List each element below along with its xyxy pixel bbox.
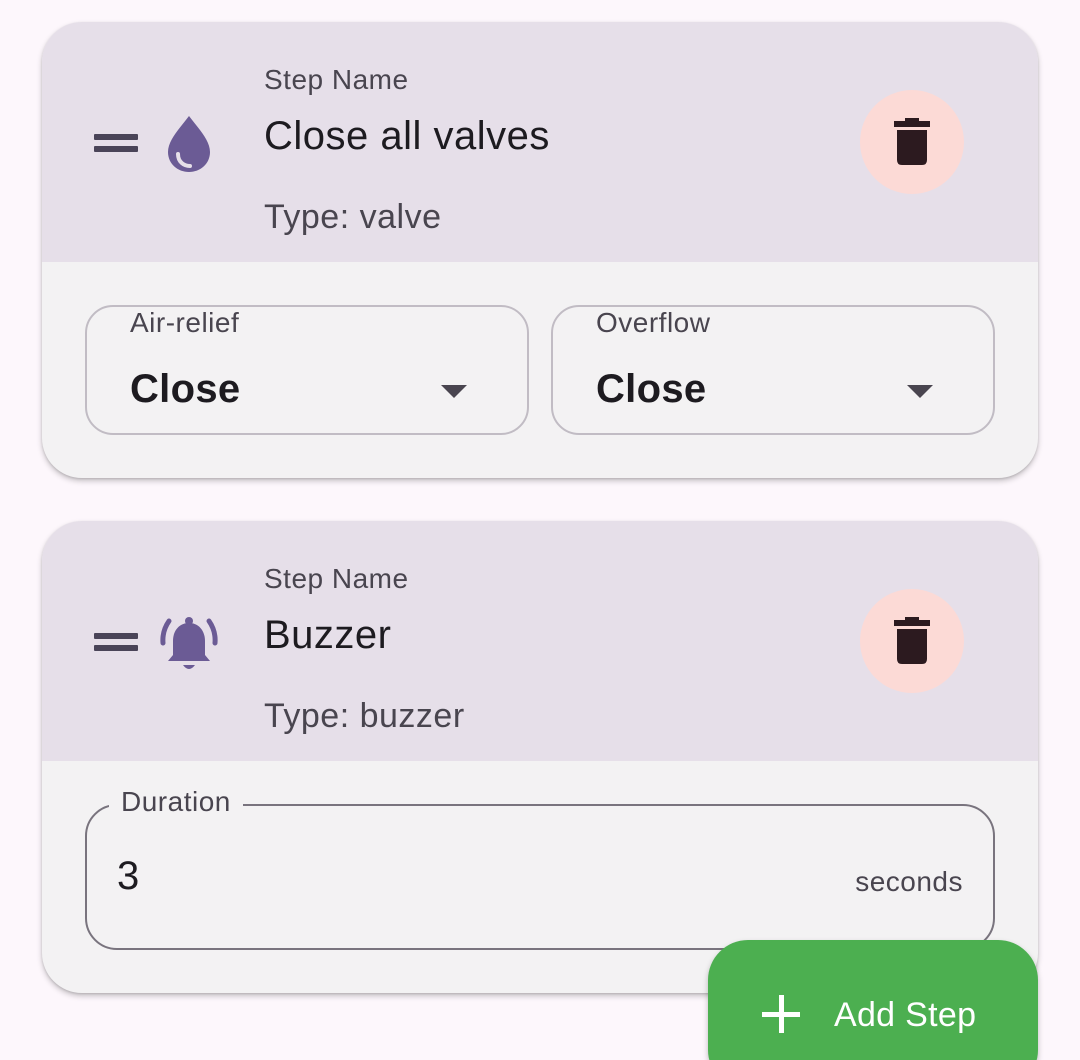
trash-icon [894,118,930,165]
plus-icon [762,995,800,1033]
add-step-label: Add Step [834,996,977,1034]
overflow-value: Close [596,367,707,411]
step-name-value[interactable]: Buzzer [264,613,392,658]
step-type-label: Type: valve [264,198,442,236]
trash-icon [894,617,930,664]
overflow-dropdown[interactable]: Overflow Close [551,305,995,435]
step-card-header[interactable]: Step Name Buzzer Type: buzzer [42,521,1038,761]
air-relief-value: Close [130,367,241,411]
step-name-caption: Step Name [264,563,409,594]
step-card-close-all-valves: Step Name Close all valves Type: valve A… [42,22,1038,478]
delete-step-button[interactable] [860,589,964,693]
add-step-button[interactable]: Add Step [708,940,1038,1060]
duration-label: Duration [109,786,243,818]
step-name-caption: Step Name [264,64,409,95]
drag-handle-icon[interactable] [94,132,138,154]
step-card-header[interactable]: Step Name Close all valves Type: valve [42,22,1038,262]
step-card-buzzer: Step Name Buzzer Type: buzzer Duration 3… [42,521,1038,993]
air-relief-dropdown[interactable]: Air-relief Close [85,305,529,435]
drag-handle-icon[interactable] [94,631,138,653]
step-name-value[interactable]: Close all valves [264,114,550,159]
duration-value[interactable]: 3 [117,854,139,899]
duration-input[interactable]: Duration 3 seconds [85,786,995,950]
air-relief-label: Air-relief [130,307,240,338]
step-type-label: Type: buzzer [264,697,465,735]
duration-suffix: seconds [855,866,963,897]
dropdown-arrow-icon [907,385,933,398]
water-drop-icon [168,116,210,172]
overflow-label: Overflow [596,307,711,338]
bell-ringing-icon [160,617,218,669]
delete-step-button[interactable] [860,90,964,194]
dropdown-arrow-icon [441,385,467,398]
